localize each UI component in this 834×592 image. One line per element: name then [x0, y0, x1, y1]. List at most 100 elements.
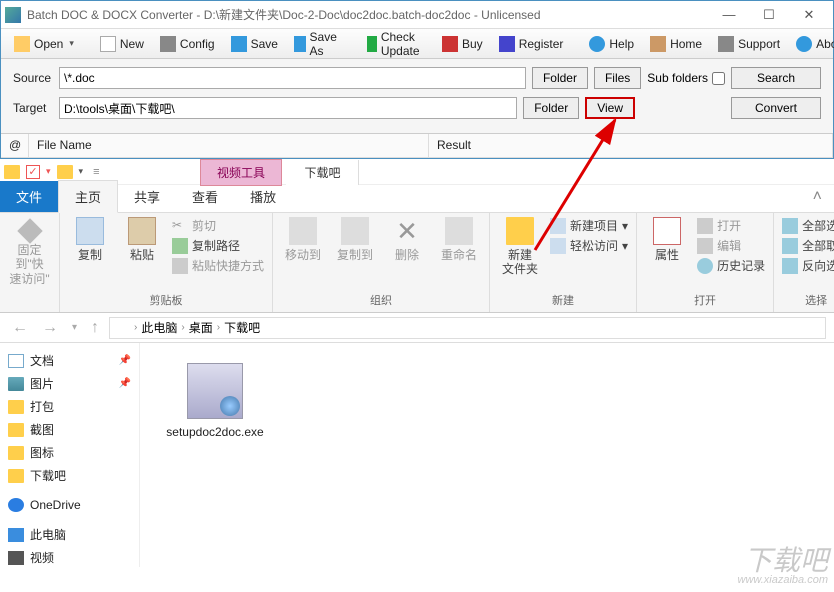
group-organize: 组织 — [281, 290, 481, 310]
qat-checkbox[interactable]: ✓ — [26, 165, 40, 179]
history-button[interactable]: 历史记录 — [697, 257, 765, 274]
pin-icon: 📌 — [119, 378, 131, 389]
target-input[interactable] — [59, 97, 517, 119]
copyto-icon — [341, 217, 369, 245]
sub-folders-checkbox[interactable] — [712, 72, 725, 85]
config-button[interactable]: Config — [153, 33, 222, 55]
context-tab-folder[interactable]: 下载吧 — [286, 160, 359, 185]
new-folder-button[interactable]: 新建 文件夹 — [498, 217, 542, 290]
ribbon-collapse-button[interactable]: ˄ — [801, 182, 834, 212]
support-button[interactable]: Support — [711, 33, 787, 55]
sidebar-item-dabao[interactable]: 打包 — [4, 395, 135, 418]
sub-folders-option[interactable]: Sub folders — [647, 71, 725, 85]
folder-icon — [8, 469, 24, 483]
file-item[interactable]: setupdoc2doc.exe — [160, 363, 270, 439]
window-title: Batch DOC & DOCX Converter - D:\新建文件夹\Do… — [27, 6, 541, 23]
context-tabs: 视频工具 下载吧 — [200, 159, 359, 186]
batch-converter-window: Batch DOC & DOCX Converter - D:\新建文件夹\Do… — [0, 0, 834, 159]
tab-home[interactable]: 主页 — [58, 180, 118, 213]
new-folder-icon — [506, 217, 534, 245]
breadcrumb-icon — [116, 322, 130, 334]
target-folder-button[interactable]: Folder — [523, 97, 579, 119]
watermark: 下载吧 www.xiazaiba.com — [738, 547, 828, 586]
new-button[interactable]: New — [93, 33, 151, 55]
save-as-button[interactable]: Save As — [287, 27, 348, 61]
properties-button[interactable]: 属性 — [645, 217, 689, 290]
file-name: setupdoc2doc.exe — [160, 425, 270, 439]
maximize-button[interactable]: ☐ — [749, 1, 789, 29]
buy-button[interactable]: Buy — [435, 33, 490, 55]
paste-button[interactable]: 粘贴 — [120, 217, 164, 290]
save-button[interactable]: Save — [224, 33, 285, 55]
about-button[interactable]: About — [789, 33, 834, 55]
nav-forward-button[interactable]: → — [38, 319, 62, 337]
new-item-button[interactable]: 新建项目 ▾ — [550, 217, 628, 234]
invert-icon — [782, 258, 798, 274]
copy-button[interactable]: 复制 — [68, 217, 112, 290]
cut-icon: ✂ — [172, 218, 188, 234]
pin-to-quick-access-button[interactable]: 固定到"快 速访问" — [8, 217, 51, 310]
crumb-1[interactable]: 桌面 — [189, 319, 213, 336]
copy-path-button[interactable]: 复制路径 — [172, 237, 264, 254]
nav-recent-button[interactable]: ▾ — [68, 322, 81, 333]
sidebar-item-documents[interactable]: 文档📌 — [4, 349, 135, 372]
close-button[interactable]: ✕ — [789, 1, 829, 29]
delete-button[interactable]: ✕删除 — [385, 217, 429, 290]
register-button[interactable]: Register — [492, 33, 571, 55]
paste-shortcut-button[interactable]: 粘贴快捷方式 — [172, 257, 264, 274]
nav-up-button[interactable]: ↑ — [87, 319, 103, 337]
qat-folder-icon[interactable] — [57, 165, 73, 179]
sidebar-item-xiazaiba[interactable]: 下载吧 — [4, 464, 135, 487]
easy-access-button[interactable]: 轻松访问 ▾ — [550, 237, 628, 254]
convert-button[interactable]: Convert — [731, 97, 821, 119]
check-update-button[interactable]: Check Update — [360, 27, 433, 61]
home-button[interactable]: Home — [643, 33, 709, 55]
breadcrumb[interactable]: › 此电脑 › 桌面 › 下载吧 — [109, 317, 826, 339]
sidebar-item-onedrive[interactable]: OneDrive — [4, 495, 135, 515]
invert-selection-button[interactable]: 反向选择 — [782, 257, 834, 274]
open-button[interactable]: Open▾ — [7, 33, 81, 55]
sidebar-item-pictures[interactable]: 图片📌 — [4, 372, 135, 395]
help-button[interactable]: Help — [582, 33, 641, 55]
select-all-button[interactable]: 全部选择 — [782, 217, 834, 234]
crumb-0[interactable]: 此电脑 — [141, 319, 177, 336]
titlebar[interactable]: Batch DOC & DOCX Converter - D:\新建文件夹\Do… — [1, 1, 833, 29]
save-as-icon — [294, 36, 306, 52]
edit-button[interactable]: 编辑 — [697, 237, 765, 254]
folder-icon — [8, 446, 24, 460]
edit-icon — [697, 238, 713, 254]
new-item-icon — [550, 218, 566, 234]
col-at[interactable]: @ — [1, 134, 29, 157]
source-files-button[interactable]: Files — [594, 67, 641, 89]
nav-back-button[interactable]: ← — [8, 319, 32, 337]
move-to-button[interactable]: 移动到 — [281, 217, 325, 290]
save-icon — [231, 36, 247, 52]
about-icon — [796, 36, 812, 52]
crumb-2[interactable]: 下载吧 — [224, 319, 260, 336]
source-folder-button[interactable]: Folder — [532, 67, 588, 89]
folder-icon — [8, 400, 24, 414]
col-filename[interactable]: File Name — [29, 134, 429, 157]
tab-share[interactable]: 共享 — [118, 181, 176, 212]
rename-button[interactable]: 重命名 — [437, 217, 481, 290]
select-none-icon — [782, 238, 798, 254]
file-list[interactable]: setupdoc2doc.exe — [140, 343, 834, 567]
select-none-button[interactable]: 全部取消 — [782, 237, 834, 254]
cut-button[interactable]: ✂剪切 — [172, 217, 264, 234]
open-file-button[interactable]: 打开 — [697, 217, 765, 234]
copy-to-button[interactable]: 复制到 — [333, 217, 377, 290]
sidebar-item-tubiao[interactable]: 图标 — [4, 441, 135, 464]
view-button[interactable]: View — [585, 97, 635, 119]
open-file-icon — [697, 218, 713, 234]
sidebar-item-jietu[interactable]: 截图 — [4, 418, 135, 441]
source-input[interactable] — [59, 67, 526, 89]
sidebar-item-video[interactable]: 视频 — [4, 546, 135, 567]
minimize-button[interactable]: — — [709, 1, 749, 29]
target-label: Target — [13, 101, 53, 115]
tab-file[interactable]: 文件 — [0, 181, 58, 212]
explorer-icon[interactable] — [4, 165, 20, 179]
copy-icon — [76, 217, 104, 245]
col-result[interactable]: Result — [429, 134, 833, 157]
search-button[interactable]: Search — [731, 67, 821, 89]
sidebar-item-this-pc[interactable]: 此电脑 — [4, 523, 135, 546]
